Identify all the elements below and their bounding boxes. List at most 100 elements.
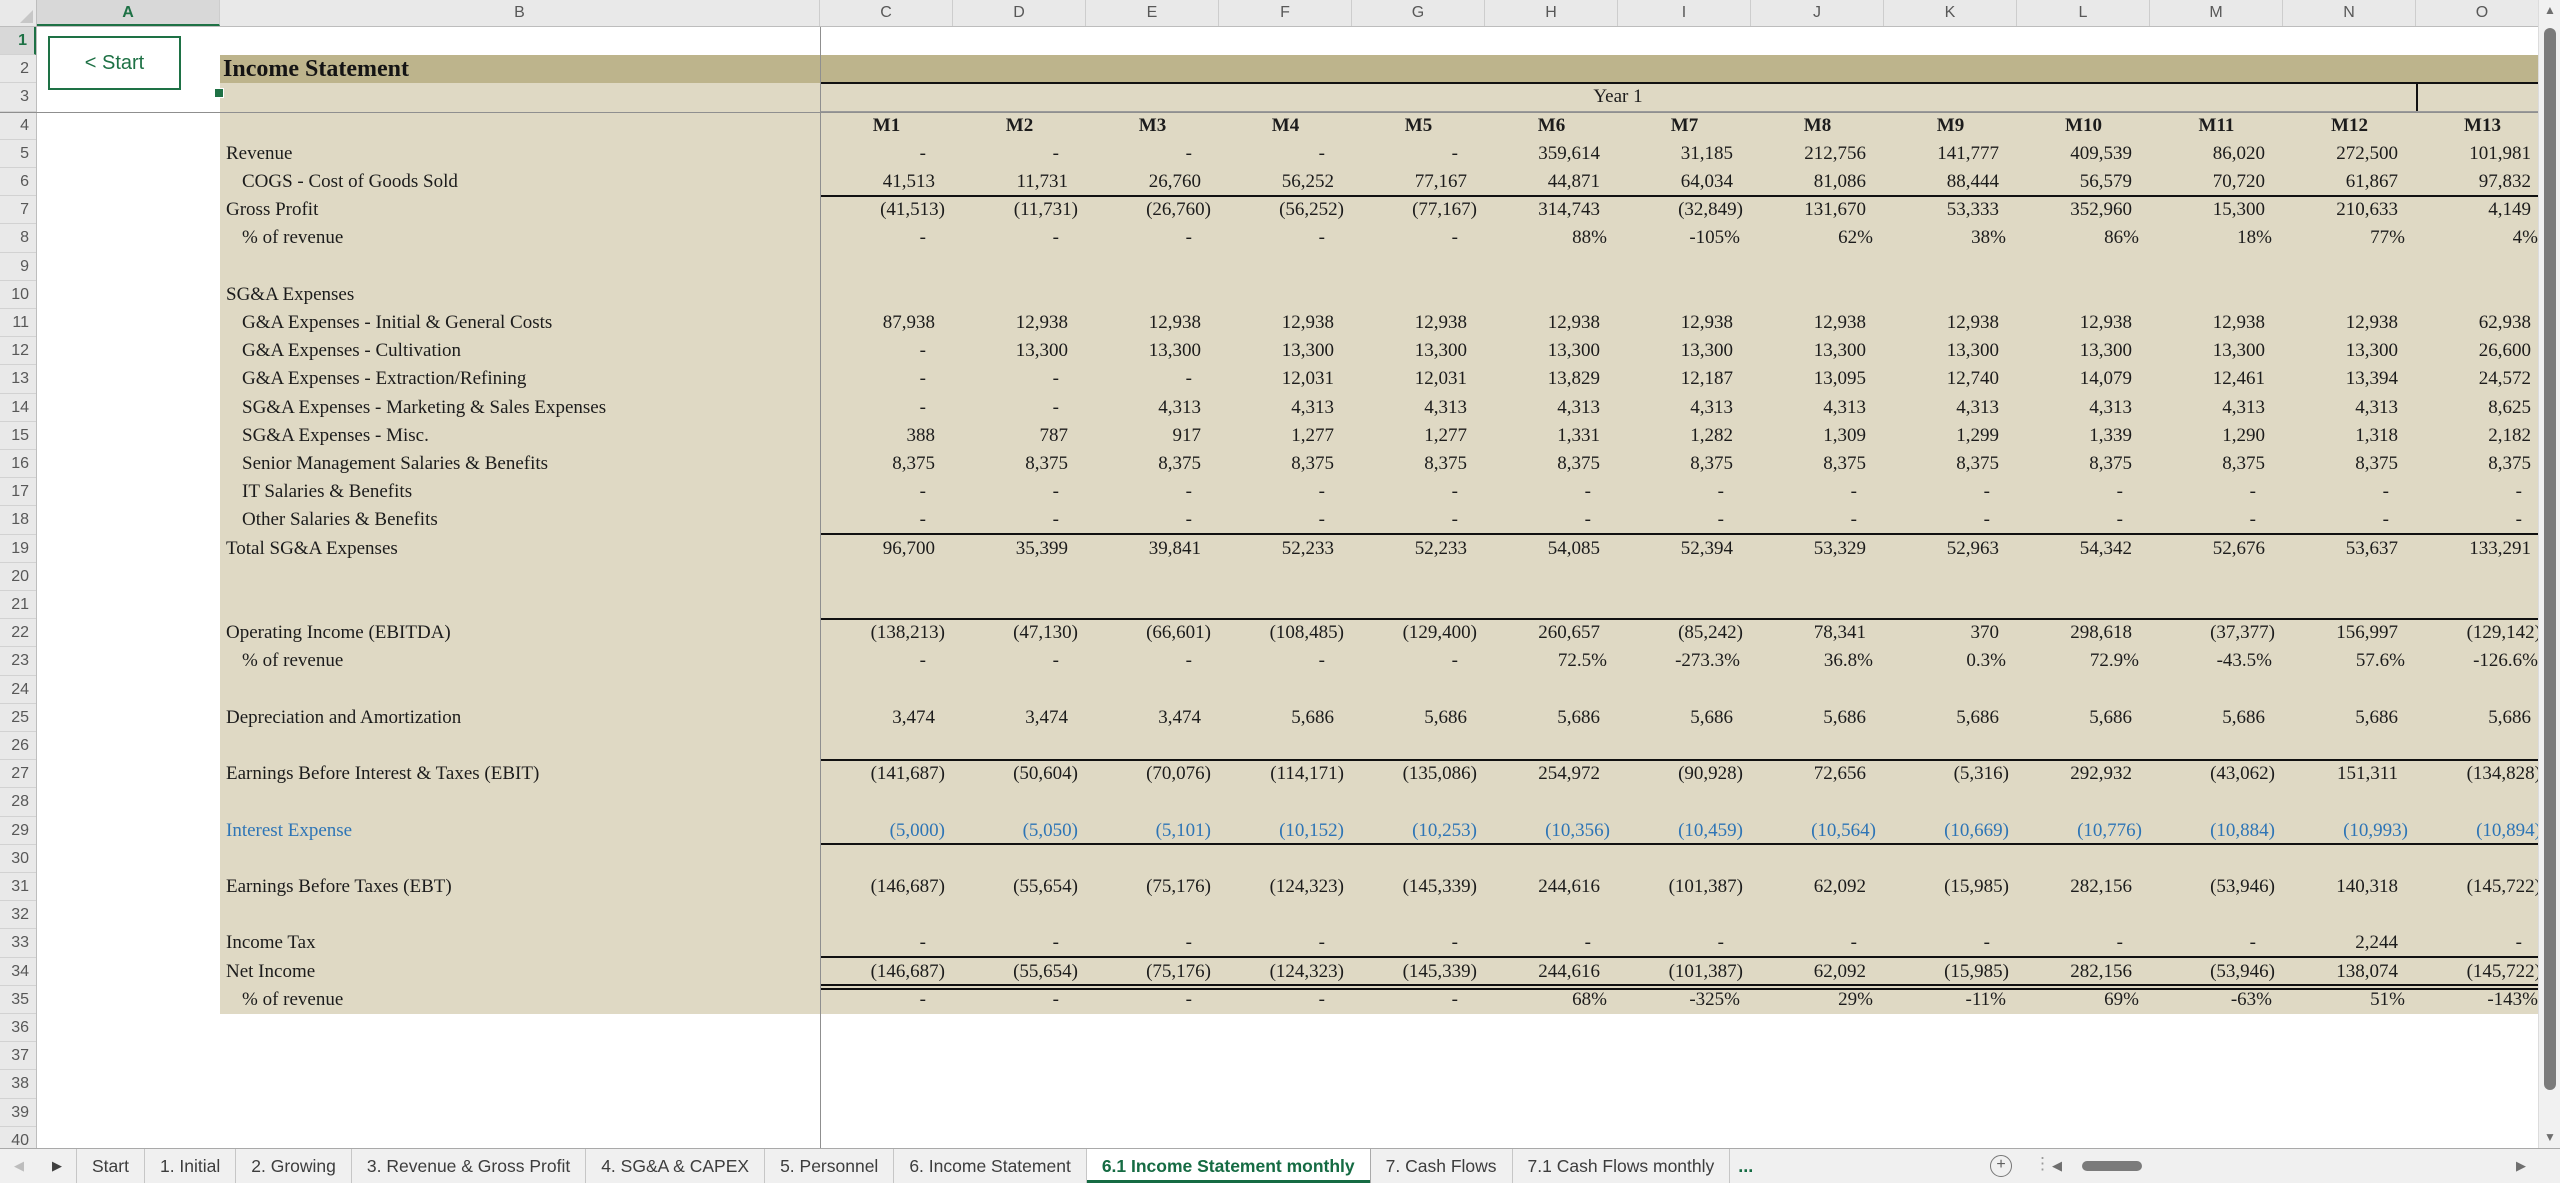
column-header-h[interactable]: H xyxy=(1485,0,1618,26)
data-cell[interactable]: 4,313 xyxy=(1219,394,1352,422)
data-cell[interactable]: 260,657 xyxy=(1485,619,1618,647)
data-cell[interactable]: - xyxy=(1219,647,1352,675)
data-cell[interactable]: 56,252 xyxy=(1219,168,1352,196)
scroll-down-icon[interactable]: ▼ xyxy=(2539,1130,2560,1144)
data-cell[interactable]: 12,938 xyxy=(2283,309,2416,337)
data-cell[interactable]: - xyxy=(1352,506,1485,534)
data-cell[interactable]: 12,187 xyxy=(1618,365,1751,393)
month-header-m8[interactable]: M8 xyxy=(1751,112,1884,140)
data-cell[interactable]: 52,676 xyxy=(2150,535,2283,563)
data-cell[interactable]: - xyxy=(2283,506,2416,534)
data-cell[interactable]: 13,300 xyxy=(2283,337,2416,365)
data-cell[interactable]: 4,313 xyxy=(1086,394,1219,422)
data-cell[interactable]: (56,252) xyxy=(1219,196,1352,224)
data-cell[interactable]: 1,277 xyxy=(1219,422,1352,450)
data-cell[interactable]: 2,244 xyxy=(2283,929,2416,957)
data-cell[interactable]: -105% xyxy=(1618,224,1751,252)
data-cell[interactable]: 54,085 xyxy=(1485,535,1618,563)
data-cell[interactable]: (55,654) xyxy=(953,873,1086,901)
sheet-tab-7-1-cash-flows-monthly[interactable]: 7.1 Cash Flows monthly xyxy=(1513,1149,1731,1183)
start-button[interactable]: < Start xyxy=(48,36,181,90)
column-header-e[interactable]: E xyxy=(1086,0,1219,26)
data-cell[interactable]: 5,686 xyxy=(1751,704,1884,732)
data-cell[interactable]: 86% xyxy=(2017,224,2150,252)
data-cell[interactable]: - xyxy=(1352,224,1485,252)
row-label[interactable]: Earnings Before Interest & Taxes (EBIT) xyxy=(226,760,539,788)
tabbar-resize-handle-icon[interactable]: ⋮ xyxy=(2034,1154,2051,1174)
data-cell[interactable]: - xyxy=(1352,929,1485,957)
row-header-24[interactable]: 24 xyxy=(0,675,36,704)
column-header-d[interactable]: D xyxy=(953,0,1086,26)
data-cell[interactable]: 131,670 xyxy=(1751,196,1884,224)
data-cell[interactable]: - xyxy=(1352,140,1485,168)
data-cell[interactable]: 8,375 xyxy=(2416,450,2538,478)
column-header-g[interactable]: G xyxy=(1352,0,1485,26)
data-cell[interactable]: - xyxy=(2416,929,2538,957)
data-cell[interactable]: - xyxy=(2017,929,2150,957)
data-cell[interactable]: 57.6% xyxy=(2283,647,2416,675)
data-cell[interactable]: (75,176) xyxy=(1086,958,1219,986)
column-header-l[interactable]: L xyxy=(2017,0,2150,26)
scroll-left-icon[interactable]: ◀ xyxy=(2052,1158,2062,1174)
row-label[interactable]: Interest Expense xyxy=(226,817,352,845)
row-label[interactable]: % of revenue xyxy=(242,224,343,252)
data-cell[interactable]: (124,323) xyxy=(1219,873,1352,901)
data-cell[interactable]: 8,375 xyxy=(1751,450,1884,478)
data-cell[interactable]: (53,946) xyxy=(2150,873,2283,901)
row-label[interactable]: Senior Management Salaries & Benefits xyxy=(242,450,548,478)
data-cell[interactable]: (5,050) xyxy=(953,817,1086,845)
row-header-4[interactable]: 4 xyxy=(0,111,36,140)
data-cell[interactable]: (15,985) xyxy=(1884,958,2017,986)
row-label[interactable]: G&A Expenses - Extraction/Refining xyxy=(242,365,526,393)
data-cell[interactable]: -325% xyxy=(1618,986,1751,1014)
data-cell[interactable]: (129,400) xyxy=(1352,619,1485,647)
row-header-15[interactable]: 15 xyxy=(0,421,36,450)
month-header-m9[interactable]: M9 xyxy=(1884,112,2017,140)
data-cell[interactable]: - xyxy=(1219,986,1352,1014)
data-cell[interactable]: (129,142) xyxy=(2416,619,2538,647)
data-cell[interactable]: (101,387) xyxy=(1618,958,1751,986)
data-cell[interactable]: - xyxy=(953,647,1086,675)
data-cell[interactable]: 13,300 xyxy=(953,337,1086,365)
data-cell[interactable]: (124,323) xyxy=(1219,958,1352,986)
more-tabs-indicator[interactable]: ... xyxy=(1730,1149,1761,1183)
vertical-scrollbar-thumb[interactable] xyxy=(2544,28,2556,1090)
data-cell[interactable]: 244,616 xyxy=(1485,958,1618,986)
data-cell[interactable]: - xyxy=(1751,478,1884,506)
data-cell[interactable]: - xyxy=(820,224,953,252)
data-cell[interactable]: 88% xyxy=(1485,224,1618,252)
data-cell[interactable]: 359,614 xyxy=(1485,140,1618,168)
data-cell[interactable]: - xyxy=(1086,140,1219,168)
column-header-k[interactable]: K xyxy=(1884,0,2017,26)
column-header-m[interactable]: M xyxy=(2150,0,2283,26)
data-cell[interactable]: 212,756 xyxy=(1751,140,1884,168)
data-cell[interactable]: 72.9% xyxy=(2017,647,2150,675)
data-cell[interactable]: 12,938 xyxy=(1219,309,1352,337)
data-cell[interactable]: (5,316) xyxy=(1884,760,2017,788)
data-cell[interactable]: (5,000) xyxy=(820,817,953,845)
data-cell[interactable]: (10,993) xyxy=(2283,817,2416,845)
data-cell[interactable]: (75,176) xyxy=(1086,873,1219,901)
data-cell[interactable]: - xyxy=(1086,365,1219,393)
data-cell[interactable]: 52,233 xyxy=(1352,535,1485,563)
row-header-36[interactable]: 36 xyxy=(0,1014,36,1043)
data-cell[interactable]: (26,760) xyxy=(1086,196,1219,224)
data-cell[interactable]: 8,375 xyxy=(1086,450,1219,478)
month-header-m3[interactable]: M3 xyxy=(1086,112,1219,140)
row-header-33[interactable]: 33 xyxy=(0,929,36,958)
data-cell[interactable]: 12,938 xyxy=(1884,309,2017,337)
sheet-tab-4-sg-a-capex[interactable]: 4. SG&A & CAPEX xyxy=(586,1149,766,1183)
data-cell[interactable]: 292,932 xyxy=(2017,760,2150,788)
data-cell[interactable]: - xyxy=(2150,478,2283,506)
row-label[interactable]: SG&A Expenses - Marketing & Sales Expens… xyxy=(242,394,606,422)
data-cell[interactable]: 4,313 xyxy=(1352,394,1485,422)
year-band-label[interactable]: Year 1 xyxy=(820,83,2416,111)
data-cell[interactable]: - xyxy=(1618,929,1751,957)
data-cell[interactable]: 272,500 xyxy=(2283,140,2416,168)
row-label[interactable]: Gross Profit xyxy=(226,196,318,224)
data-cell[interactable]: - xyxy=(1884,478,2017,506)
data-cell[interactable]: 15,300 xyxy=(2150,196,2283,224)
row-header-26[interactable]: 26 xyxy=(0,732,36,761)
data-cell[interactable]: 68% xyxy=(1485,986,1618,1014)
data-cell[interactable]: - xyxy=(1219,929,1352,957)
